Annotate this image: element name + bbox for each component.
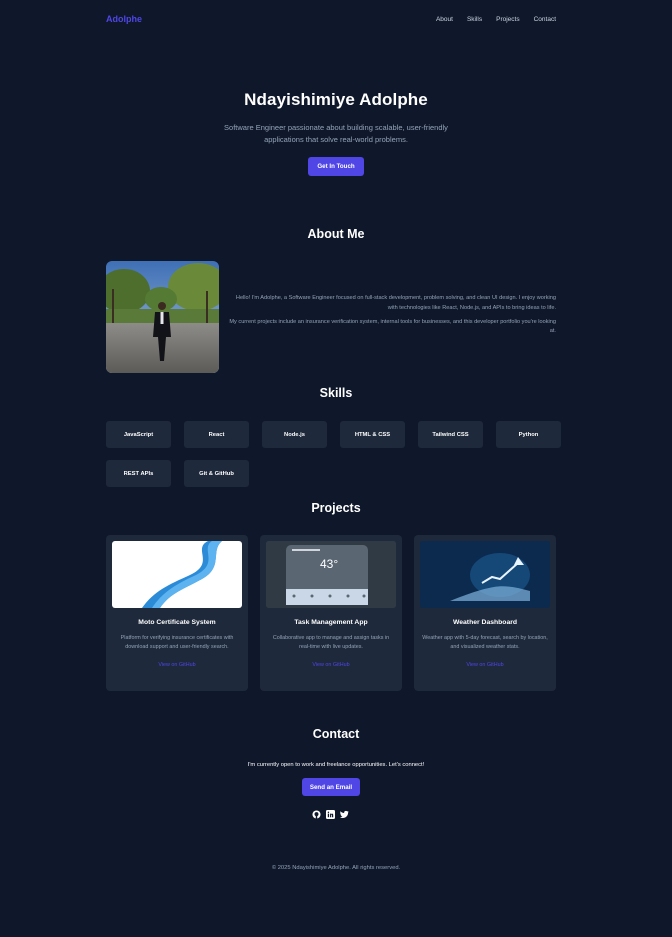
project-title: Task Management App [294,619,368,626]
skill-chip: Tailwind CSS [418,421,483,448]
skill-chip: Git & GitHub [184,460,249,487]
about-text: Hello! I'm Adolphe, a Software Engineer … [226,294,556,337]
skill-chip: Python [496,421,561,448]
hand-growth-chart-image [420,541,550,608]
skill-chip: JavaScript [106,421,171,448]
social-links [312,810,349,819]
skill-chip: REST APIs [106,460,171,487]
nav-link-about[interactable]: About [436,16,453,23]
weather-widget-image: 43° [266,541,396,608]
contact-text: I'm currently open to work and freelance… [247,762,425,768]
view-on-github-link[interactable]: View on GitHub [420,662,550,668]
footer-copyright: © 2025 Ndayishimiye Adolphe. All rights … [271,865,401,871]
top-navbar: Adolphe About Skills Projects Contact [106,12,556,26]
project-card: Moto Certificate System Platform for ver… [106,535,248,691]
about-paragraph-1: Hello! I'm Adolphe, a Software Engineer … [235,295,556,311]
skill-chip: HTML & CSS [340,421,405,448]
projects-grid: Moto Certificate System Platform for ver… [106,535,556,691]
twitter-icon[interactable] [340,810,349,819]
projects-title: Projects [311,501,361,515]
project-title: Weather Dashboard [452,619,518,626]
contact-title: Contact [312,727,360,741]
project-title: Moto Certificate System [138,619,216,626]
view-on-github-link[interactable]: View on GitHub [266,662,396,668]
send-email-button[interactable]: Send an Email [302,778,360,796]
get-in-touch-button[interactable]: Get In Touch [308,157,364,177]
project-description: Platform for verifying insurance certifi… [120,635,234,651]
project-card: Weather Dashboard Weather app with 5-day… [414,535,556,691]
nav-link-skills[interactable]: Skills [467,16,482,23]
about-paragraph-2: My current projects include an insurance… [229,318,556,335]
skill-chip: Node.js [262,421,327,448]
skill-chip: React [184,421,249,448]
github-icon[interactable] [312,810,321,819]
view-on-github-link[interactable]: View on GitHub [112,662,242,668]
hero-name: Ndayishimiye Adolphe [244,90,428,109]
nav-links: About Skills Projects Contact [436,16,556,23]
brand-logo[interactable]: Adolphe [106,14,142,24]
about-title: About Me [307,227,365,241]
project-description: Collaborative app to manage and assign t… [272,635,390,651]
profile-photo [106,261,219,373]
skills-grid: JavaScript React Node.js HTML & CSS Tail… [106,421,566,487]
hero-section: Ndayishimiye Adolphe Software Engineer p… [0,90,672,177]
widget-temperature: 43° [320,557,339,571]
project-description: Weather app with 5-day forecast, search … [422,635,548,651]
skills-title: Skills [319,386,353,400]
blue-ribbon-image [112,541,242,608]
nav-link-contact[interactable]: Contact [534,16,556,23]
nav-link-projects[interactable]: Projects [496,16,519,23]
linkedin-icon[interactable] [326,810,335,819]
project-card: 43° Task Management App Collaborative ap… [260,535,402,691]
hero-tagline: Software Engineer passionate about build… [224,123,448,144]
